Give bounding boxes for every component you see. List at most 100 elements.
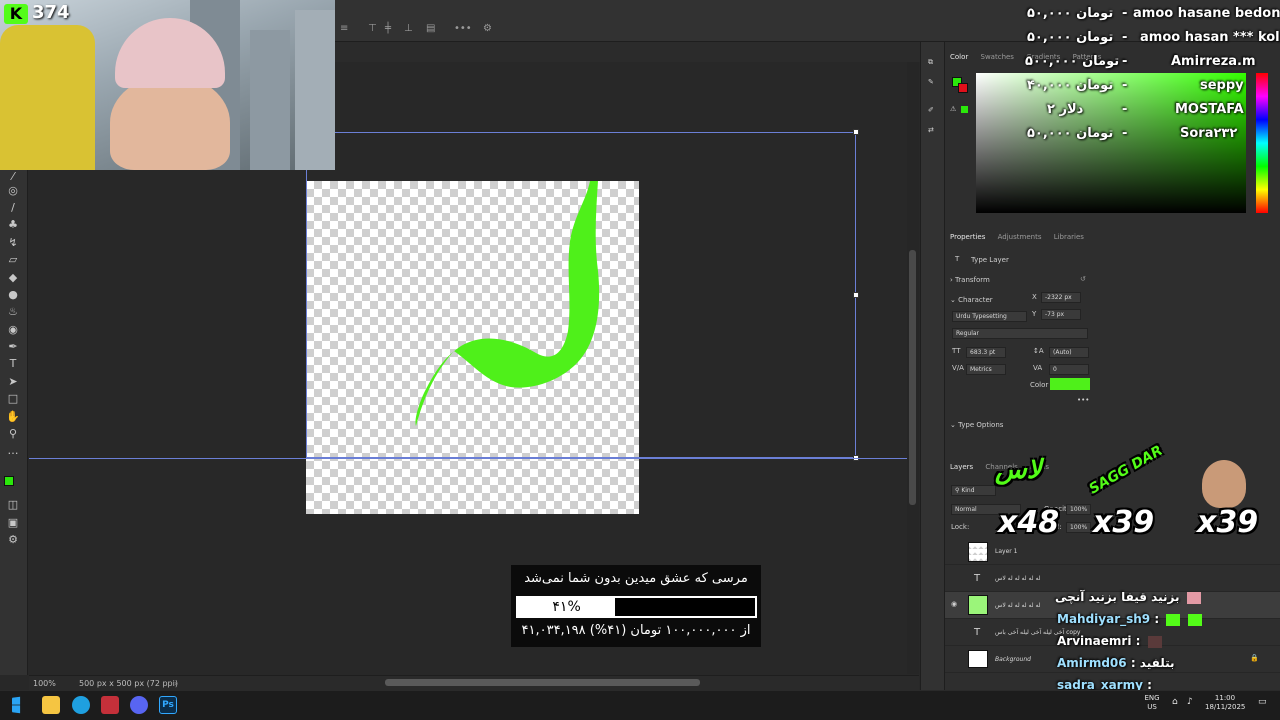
comments-icon[interactable]: ✎ <box>928 78 934 86</box>
eraser-tool-icon[interactable]: ▱ <box>5 253 21 267</box>
font-size-field[interactable]: 683.3 pt <box>966 347 1006 358</box>
file-explorer-icon[interactable] <box>42 696 60 714</box>
notification-icon[interactable]: ▭ <box>1258 698 1267 707</box>
donation-amount: ۵۰۰,۰۰۰ تومان <box>1025 54 1120 69</box>
clock-date: 18/11/2025 <box>1205 703 1246 711</box>
panel-background-swatch[interactable] <box>958 83 968 93</box>
type-tool-icon[interactable]: T <box>5 357 21 371</box>
layer-name[interactable]: Layer 1 <box>995 548 1017 556</box>
foreground-color-swatch[interactable] <box>4 476 14 486</box>
align-left-icon[interactable]: ≡ <box>340 24 350 34</box>
align-middle-icon[interactable]: ╪ <box>385 24 395 34</box>
dodge-tool-icon[interactable]: ♨ <box>5 305 21 319</box>
network-icon[interactable]: ⌂ <box>1172 698 1178 707</box>
layer-thumbnail <box>968 650 988 668</box>
transform-handle[interactable] <box>853 292 859 298</box>
vertical-scroll-thumb[interactable] <box>909 250 916 505</box>
x-position-field[interactable]: -2322 px <box>1041 292 1081 303</box>
spot-healing-tool-icon[interactable]: ◎ <box>5 184 21 198</box>
more-options-icon[interactable]: ••• <box>1077 396 1089 404</box>
type-layer-icon: T <box>974 573 981 584</box>
tab-layers[interactable]: Layers <box>950 463 973 471</box>
align-bottom-icon[interactable]: ⊥ <box>404 24 414 34</box>
donor-name: amoo hasane bedone ... <box>1133 6 1280 21</box>
brush-tool-icon[interactable]: / <box>5 201 21 215</box>
volume-icon[interactable]: ♪ <box>1187 698 1193 707</box>
app-icon[interactable] <box>101 696 119 714</box>
combo-tag: لاس <box>995 455 1042 485</box>
tab-color[interactable]: Color <box>950 53 968 61</box>
brush-settings-icon[interactable]: ✐ <box>928 106 934 114</box>
reset-icon[interactable]: ↺ <box>1080 275 1086 283</box>
rectangle-tool-icon[interactable]: □ <box>5 392 21 406</box>
align-top-icon[interactable]: ⊤ <box>368 24 378 34</box>
tracking-field[interactable]: 0 <box>1049 364 1089 375</box>
chat-username: Arvinaemri <box>1057 634 1132 648</box>
layer-name[interactable]: له له له له له لاس <box>995 602 1041 610</box>
tracking-icon: VA <box>1033 364 1043 372</box>
edit-toolbar-icon[interactable]: ⚙ <box>5 533 21 547</box>
kind-filter-label: Kind <box>961 487 975 494</box>
clock[interactable]: 11:00 18/11/2025 <box>1205 694 1245 712</box>
background-building <box>295 10 335 170</box>
transform-section[interactable]: › Transform <box>950 276 990 284</box>
tab-libraries[interactable]: Libraries <box>1054 233 1084 241</box>
visibility-eye-icon[interactable]: ◉ <box>951 600 957 608</box>
transform-handle[interactable] <box>853 129 859 135</box>
quick-mask-icon[interactable]: ◫ <box>5 498 21 512</box>
pen-tool-icon[interactable]: ✒ <box>5 340 21 354</box>
more-options-icon[interactable]: ••• <box>454 24 472 34</box>
donation-separator: - <box>1122 6 1128 21</box>
fill-field[interactable]: 100% <box>1066 522 1091 533</box>
layer-filter-kind[interactable]: ⚲ Kind <box>951 485 996 496</box>
type-layer-icon: T <box>955 255 960 263</box>
more-tools-icon[interactable]: … <box>5 444 21 458</box>
character-section[interactable]: ⌄ Character <box>950 296 993 304</box>
blur-tool-icon[interactable]: ● <box>5 288 21 302</box>
layer-row[interactable]: Layer 1 <box>945 538 1280 565</box>
donation-separator: - <box>1122 54 1128 69</box>
adjust-icon[interactable]: ⇄ <box>928 126 934 134</box>
screen-mode-icon[interactable]: ▣ <box>5 516 21 530</box>
donation-amount: ۵۰,۰۰۰ تومان <box>1027 126 1114 141</box>
settings-gear-icon[interactable]: ⚙ <box>483 24 493 34</box>
path-selection-tool-icon[interactable]: ➤ <box>5 375 21 389</box>
text-color-swatch[interactable] <box>1050 378 1090 390</box>
eyedropper-tool-icon[interactable]: ⁄ <box>5 170 21 184</box>
font-family-select[interactable]: Urdu Typesetting <box>952 311 1027 322</box>
properties-panel-tabs: Properties Adjustments Libraries <box>950 228 1270 246</box>
chat-message: Mahdiyar_sh9 : <box>1057 612 1202 626</box>
layer-name[interactable]: Background <box>995 656 1031 664</box>
opacity-field[interactable]: 100% <box>1066 504 1091 515</box>
donation-amount: ۴۰,۰۰۰ تومان <box>1027 78 1114 93</box>
sponge-tool-icon[interactable]: ◉ <box>5 323 21 337</box>
history-brush-tool-icon[interactable]: ↯ <box>5 236 21 250</box>
zoom-tool-icon[interactable]: ⚲ <box>5 427 21 441</box>
edge-browser-icon[interactable] <box>72 696 90 714</box>
tab-properties[interactable]: Properties <box>950 233 985 241</box>
discord-icon[interactable] <box>130 696 148 714</box>
hand-tool-icon[interactable]: ✋ <box>5 410 21 424</box>
chat-message: بزنید قیفا بزنید آنچی <box>1055 590 1201 604</box>
kerning-field[interactable]: Metrics <box>966 364 1006 375</box>
guide-line <box>29 458 907 459</box>
tab-adjustments[interactable]: Adjustments <box>998 233 1042 241</box>
stamp-tool-icon[interactable]: ♣ <box>5 218 21 232</box>
distribute-icon[interactable]: ▤ <box>426 24 436 34</box>
font-style-select[interactable]: Regular <box>952 328 1088 339</box>
language-indicator[interactable]: ENG US <box>1143 694 1161 712</box>
layer-name[interactable]: له له له له له لاس <box>995 575 1041 583</box>
panel-icons-column: ⧉ ✎ ✐ ⇄ <box>920 42 945 690</box>
donation-separator: - <box>1122 30 1128 45</box>
type-options-section[interactable]: ⌄ Type Options <box>950 421 1003 429</box>
history-icon[interactable]: ⧉ <box>928 58 933 67</box>
y-position-field[interactable]: -73 px <box>1041 309 1081 320</box>
layer-row[interactable]: T له له له له له لاس <box>945 565 1280 592</box>
paint-bucket-tool-icon[interactable]: ◆ <box>5 271 21 285</box>
photoshop-icon[interactable]: Ps <box>159 696 177 714</box>
leading-field[interactable]: (Auto) <box>1049 347 1089 358</box>
donation-amount: ۵۰,۰۰۰ تومان <box>1027 6 1114 21</box>
transform-bounding-box[interactable] <box>306 132 856 458</box>
gamut-swatch[interactable] <box>961 106 968 113</box>
horizontal-scroll-thumb[interactable] <box>385 679 700 686</box>
